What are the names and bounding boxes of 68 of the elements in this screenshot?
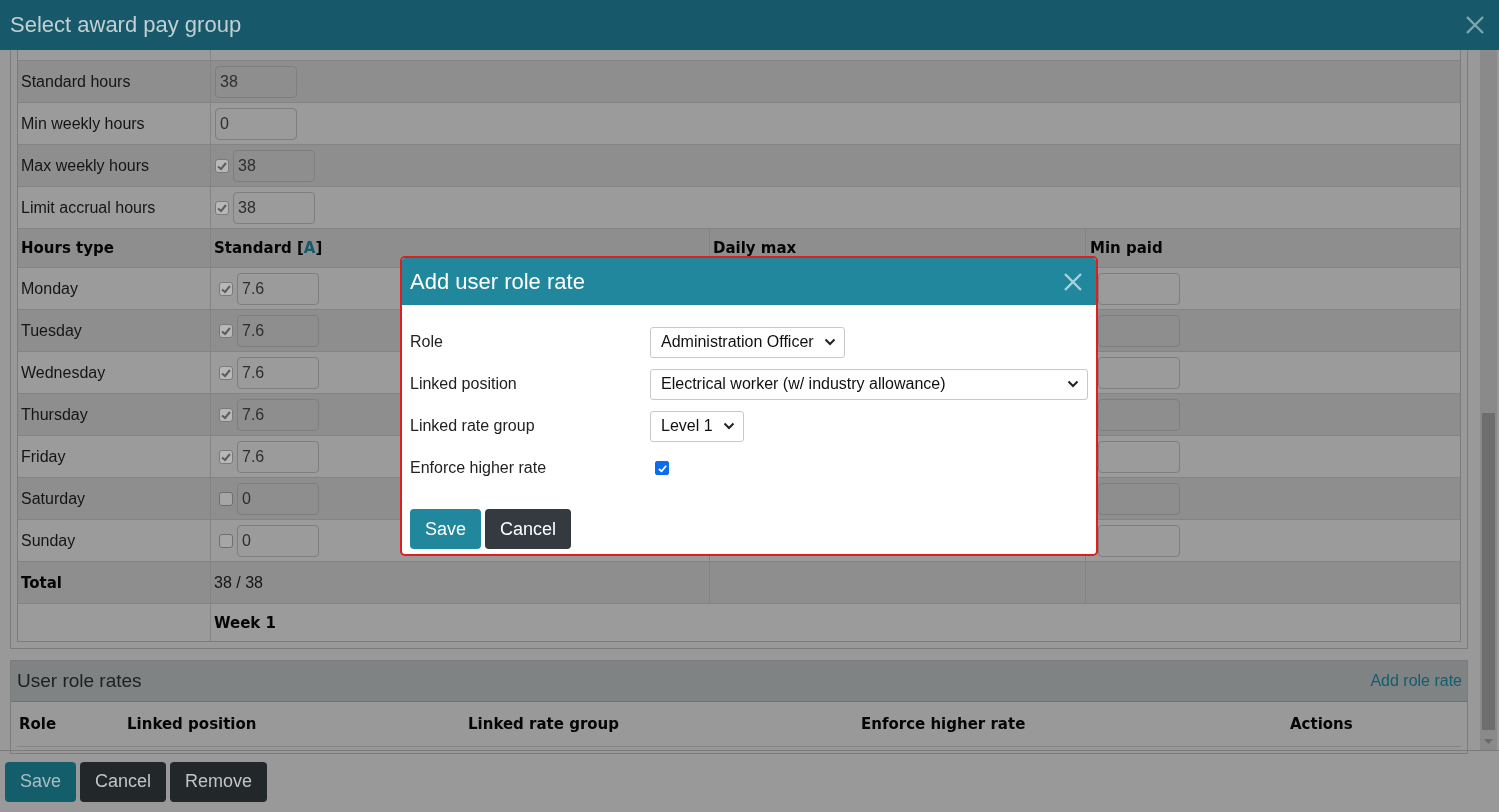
checkbox[interactable] [219,449,233,464]
select-field[interactable]: Administration Officer [650,326,845,358]
column-header: Role [19,715,58,733]
scrollbar[interactable] [1480,50,1497,750]
row-label: Max weekly hours [21,156,150,175]
section-title: User role rates [17,670,142,692]
week-label: Week 1 [214,613,276,632]
field-label: Linked rate group [410,417,536,435]
column-header: Actions [1290,715,1354,733]
day-label: Wednesday [21,363,106,382]
checkbox[interactable] [215,158,229,173]
day-label: Thursday [21,405,88,424]
close-button[interactable] [1064,272,1082,291]
footer-button[interactable]: Cancel [80,761,167,802]
field-label: Enforce higher rate [410,459,548,477]
close-icon [1466,16,1484,34]
hours-input[interactable]: 7.6 [237,272,319,305]
column-header: Hours type [21,239,114,257]
day-label: Saturday [21,489,86,508]
column-header: Daily max [713,239,797,257]
total-label: Total [21,573,62,592]
hours-input[interactable]: 7.6 [237,314,319,347]
checkbox[interactable] [219,491,233,506]
row-label: Standard hours [21,72,131,91]
field-label: Linked position [410,375,518,393]
field-label: Role [410,333,444,351]
column-header: Standard [A] [214,239,323,257]
modal-button[interactable]: Cancel [485,509,572,549]
hours-input[interactable]: 0 [237,524,319,557]
hours-input[interactable]: 7.6 [237,440,319,473]
day-label: Monday [21,279,78,298]
number-input[interactable]: 38 [215,65,297,98]
total-value: 38 / 38 [214,573,263,592]
column-header: Enforce higher rate [861,715,1027,733]
footer-button[interactable]: Remove [170,761,268,802]
checkbox[interactable] [655,461,669,475]
day-label: Tuesday [21,321,82,340]
hours-input[interactable]: 7.6 [237,356,319,389]
column-header: Min paid [1090,239,1163,257]
dialog-title: Select award pay group [10,12,242,38]
modal-title: Add user role rate [410,268,585,295]
chevron-icon [823,338,836,346]
row-label: Limit accrual hours [21,198,156,217]
hours-input[interactable]: 7.6 [237,398,319,431]
number-input[interactable]: 0 [215,107,297,140]
scroll-down-arrow-icon[interactable] [1484,739,1493,744]
day-label: Friday [21,447,66,466]
select-field[interactable]: Level 1 [650,410,744,442]
modal-button[interactable]: Save [410,509,482,549]
close-icon [1064,272,1082,291]
checkbox[interactable] [215,200,229,215]
close-button[interactable] [1466,16,1484,34]
checkbox[interactable] [219,281,233,296]
hours-input[interactable]: 0 [237,482,319,515]
day-label: Sunday [21,531,76,550]
column-header: Linked position [127,715,258,733]
footer-button[interactable]: Save [5,761,77,802]
number-input[interactable]: 38 [233,191,315,224]
checkbox[interactable] [219,407,233,422]
select-field[interactable]: Electrical worker (w/ industry allowance) [650,368,1088,400]
checkbox[interactable] [219,323,233,338]
checkbox[interactable] [219,533,233,548]
chevron-icon [1067,380,1079,388]
column-header: Linked rate group [468,715,621,733]
chevron-icon [722,422,735,430]
checkbox[interactable] [219,365,233,380]
row-label: Min weekly hours [21,114,145,133]
number-input[interactable]: 38 [233,149,315,182]
